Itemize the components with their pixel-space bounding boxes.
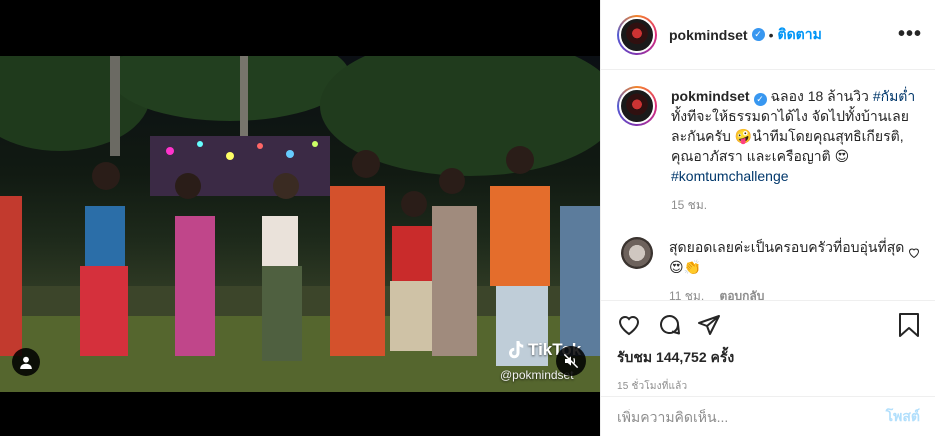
caption-body-1: ฉลอง 18 ล้านวิว: [766, 88, 873, 104]
comment-item: สุดยอดเลยค่ะเป็นครอบครัวที่อบอุ่นที่สุด😍…: [617, 237, 920, 277]
paper-plane-icon: [698, 315, 720, 335]
post-comment-button[interactable]: โพสต์: [886, 406, 920, 428]
more-options-button[interactable]: •••: [898, 23, 922, 46]
header-username[interactable]: pokmindset: [669, 27, 748, 43]
caption-avatar[interactable]: [617, 86, 657, 126]
comment-button[interactable]: [657, 313, 681, 337]
action-icons: [617, 311, 920, 339]
bookmark-icon: [899, 313, 919, 337]
like-button[interactable]: [617, 313, 641, 337]
add-comment-bar: โพสต์: [601, 396, 935, 436]
comment-text: สุดยอดเลยค่ะเป็นครอบครัวที่อบอุ่นที่สุด😍…: [669, 239, 905, 275]
user-icon: [20, 356, 32, 369]
hashtag-link[interactable]: #komtumchallenge: [671, 168, 789, 184]
separator-dot: •: [768, 26, 774, 43]
speaker-muted-icon: [563, 353, 579, 369]
view-count[interactable]: รับชม 144,752 ครั้ง: [617, 347, 920, 369]
avatar[interactable]: [617, 14, 657, 55]
video-player[interactable]: TikTok @pokmindset: [0, 0, 600, 436]
caption: pokmindset ✓ ฉลอง 18 ล้านวิว #กัมต่ำ ทั้ง…: [617, 86, 920, 186]
verified-badge-icon: ✓: [751, 28, 765, 41]
tagged-users-button[interactable]: [12, 348, 40, 376]
post-actions: รับชม 144,752 ครั้ง 15 ชั่วโมงที่แล้ว: [601, 300, 935, 392]
post-modal: TikTok @pokmindset pokmindset ✓ • ติดตาม…: [0, 0, 935, 436]
caption-body-2: ทั้งทีจะให้ธรรมดาได้ไง จัดไปทั้งบ้านเลยล…: [671, 108, 909, 164]
caption-username[interactable]: pokmindset: [671, 88, 750, 104]
post-age[interactable]: 15 ชั่วโมงที่แล้ว: [617, 379, 920, 394]
share-button[interactable]: [697, 313, 721, 337]
comment-input[interactable]: [617, 408, 886, 425]
verified-badge-icon: ✓: [753, 93, 767, 106]
caption-timestamp[interactable]: 15 ชม.: [671, 196, 920, 215]
hashtag-link[interactable]: #กัมต่ำ: [873, 88, 915, 104]
post-header: pokmindset ✓ • ติดตาม •••: [601, 0, 935, 70]
heart-icon: [618, 316, 640, 336]
commenter-avatar[interactable]: [621, 237, 653, 269]
like-comment-icon[interactable]: [908, 247, 920, 259]
save-button[interactable]: [898, 313, 920, 337]
comment-bubble-icon: [660, 315, 680, 335]
caption-text: pokmindset ✓ ฉลอง 18 ล้านวิว #กัมต่ำ ทั้ง…: [671, 86, 920, 186]
post-sidebar: pokmindset ✓ • ติดตาม ••• pokmindset ✓ ฉล…: [600, 0, 935, 436]
tiktok-logo-icon: [509, 341, 524, 359]
mute-button[interactable]: [556, 346, 586, 376]
follow-button[interactable]: ติดตาม: [777, 24, 821, 46]
post-comments-area[interactable]: pokmindset ✓ ฉลอง 18 ล้านวิว #กัมต่ำ ทั้ง…: [601, 86, 935, 306]
